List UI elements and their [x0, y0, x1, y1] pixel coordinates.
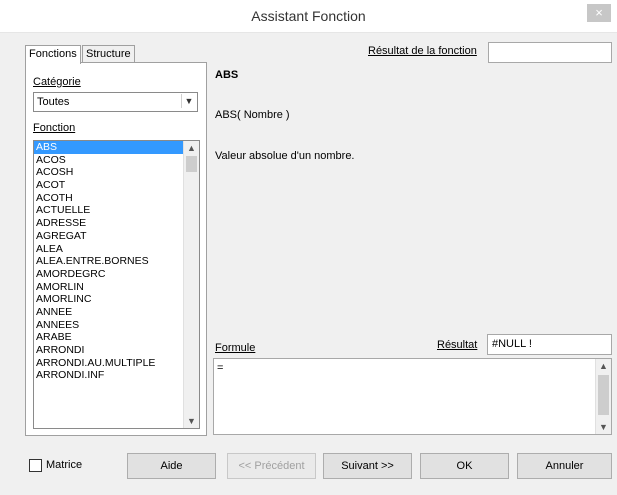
close-button[interactable]: × — [587, 4, 611, 22]
function-list-item[interactable]: ARABE — [34, 331, 183, 344]
title-bar: Assistant Fonction × — [0, 0, 617, 33]
function-list-item[interactable]: ABS — [34, 141, 183, 154]
scroll-down-icon[interactable]: ▼ — [184, 414, 199, 428]
function-list-item[interactable]: AGREGAT — [34, 230, 183, 243]
function-list-item[interactable]: ACOSH — [34, 166, 183, 179]
chevron-down-icon[interactable]: ▼ — [181, 94, 196, 108]
help-button[interactable]: Aide — [127, 453, 216, 479]
function-list-item[interactable]: ALEA.ENTRE.BORNES — [34, 255, 183, 268]
scroll-thumb[interactable] — [598, 375, 609, 415]
function-list-items: ABS ACOS ACOSH ACOT ACOTH ACTUELLE ADRESSE AGRE… — [34, 141, 183, 382]
function-result-label: Résultat de la fonction — [368, 45, 477, 57]
category-label: Catégorie — [33, 76, 81, 88]
function-list-item[interactable]: ARRONDI.AU.MULTIPLE — [34, 357, 183, 370]
function-name-heading: ABS — [215, 69, 239, 81]
tab-fonctions[interactable]: Fonctions — [25, 45, 81, 64]
result-value: #NULL ! — [492, 338, 532, 350]
function-label: Fonction — [33, 122, 75, 134]
category-label-text: Catégorie — [33, 76, 81, 88]
formula-editor[interactable]: = ▲ ▼ — [213, 358, 612, 435]
formula-text: = — [217, 362, 224, 374]
result-field[interactable]: #NULL ! — [487, 334, 612, 355]
previous-button[interactable]: << Précédent — [227, 453, 316, 479]
ok-button[interactable]: OK — [420, 453, 509, 479]
function-list-item[interactable]: ACOS — [34, 154, 183, 167]
function-list-item[interactable]: ARRONDI — [34, 344, 183, 357]
function-list-item[interactable]: ACTUELLE — [34, 204, 183, 217]
scroll-thumb[interactable] — [186, 156, 197, 172]
function-list-item[interactable]: ACOT — [34, 179, 183, 192]
matrix-checkbox-label[interactable]: Matrice — [46, 459, 82, 471]
function-syntax: ABS( Nombre ) — [215, 109, 290, 121]
function-list-item[interactable]: AMORLIN — [34, 281, 183, 294]
next-button[interactable]: Suivant >> — [323, 453, 412, 479]
category-select-value: Toutes — [37, 96, 70, 108]
function-list-scrollbar[interactable]: ▲ ▼ — [183, 141, 199, 428]
function-list-item[interactable]: ACOTH — [34, 192, 183, 205]
window-title: Assistant Fonction — [251, 8, 366, 24]
result-label: Résultat — [437, 339, 477, 351]
function-label-text: Fonction — [33, 122, 76, 134]
scroll-down-icon[interactable]: ▼ — [596, 420, 611, 434]
function-listbox[interactable]: ABS ACOS ACOSH ACOT ACOTH ACTUELLE ADRESSE AGRE… — [33, 140, 200, 429]
cancel-button[interactable]: Annuler — [517, 453, 612, 479]
function-list-item[interactable]: AMORLINC — [34, 293, 183, 306]
function-list-item[interactable]: ADRESSE — [34, 217, 183, 230]
formula-label: Formule — [215, 342, 255, 354]
function-list-item[interactable]: ANNEE — [34, 306, 183, 319]
function-list-item[interactable]: ARRONDI.INF — [34, 369, 183, 382]
result-label-text: Résultat — [437, 339, 478, 351]
scroll-up-icon[interactable]: ▲ — [596, 359, 611, 373]
function-list-item[interactable]: ALEA — [34, 243, 183, 256]
function-result-label-text: Résultat de la fonction — [368, 45, 477, 57]
formula-label-text: Formule — [215, 342, 256, 354]
function-description: Valeur absolue d'un nombre. — [215, 150, 355, 162]
function-list-item[interactable]: ANNEES — [34, 319, 183, 332]
matrix-checkbox[interactable] — [29, 459, 42, 472]
function-list-item[interactable]: AMORDEGRC — [34, 268, 183, 281]
tab-structure[interactable]: Structure — [82, 45, 135, 63]
function-result-field[interactable] — [488, 42, 612, 63]
formula-scrollbar[interactable]: ▲ ▼ — [595, 359, 611, 434]
scroll-up-icon[interactable]: ▲ — [184, 141, 199, 155]
category-select[interactable]: Toutes ▼ — [33, 92, 198, 112]
